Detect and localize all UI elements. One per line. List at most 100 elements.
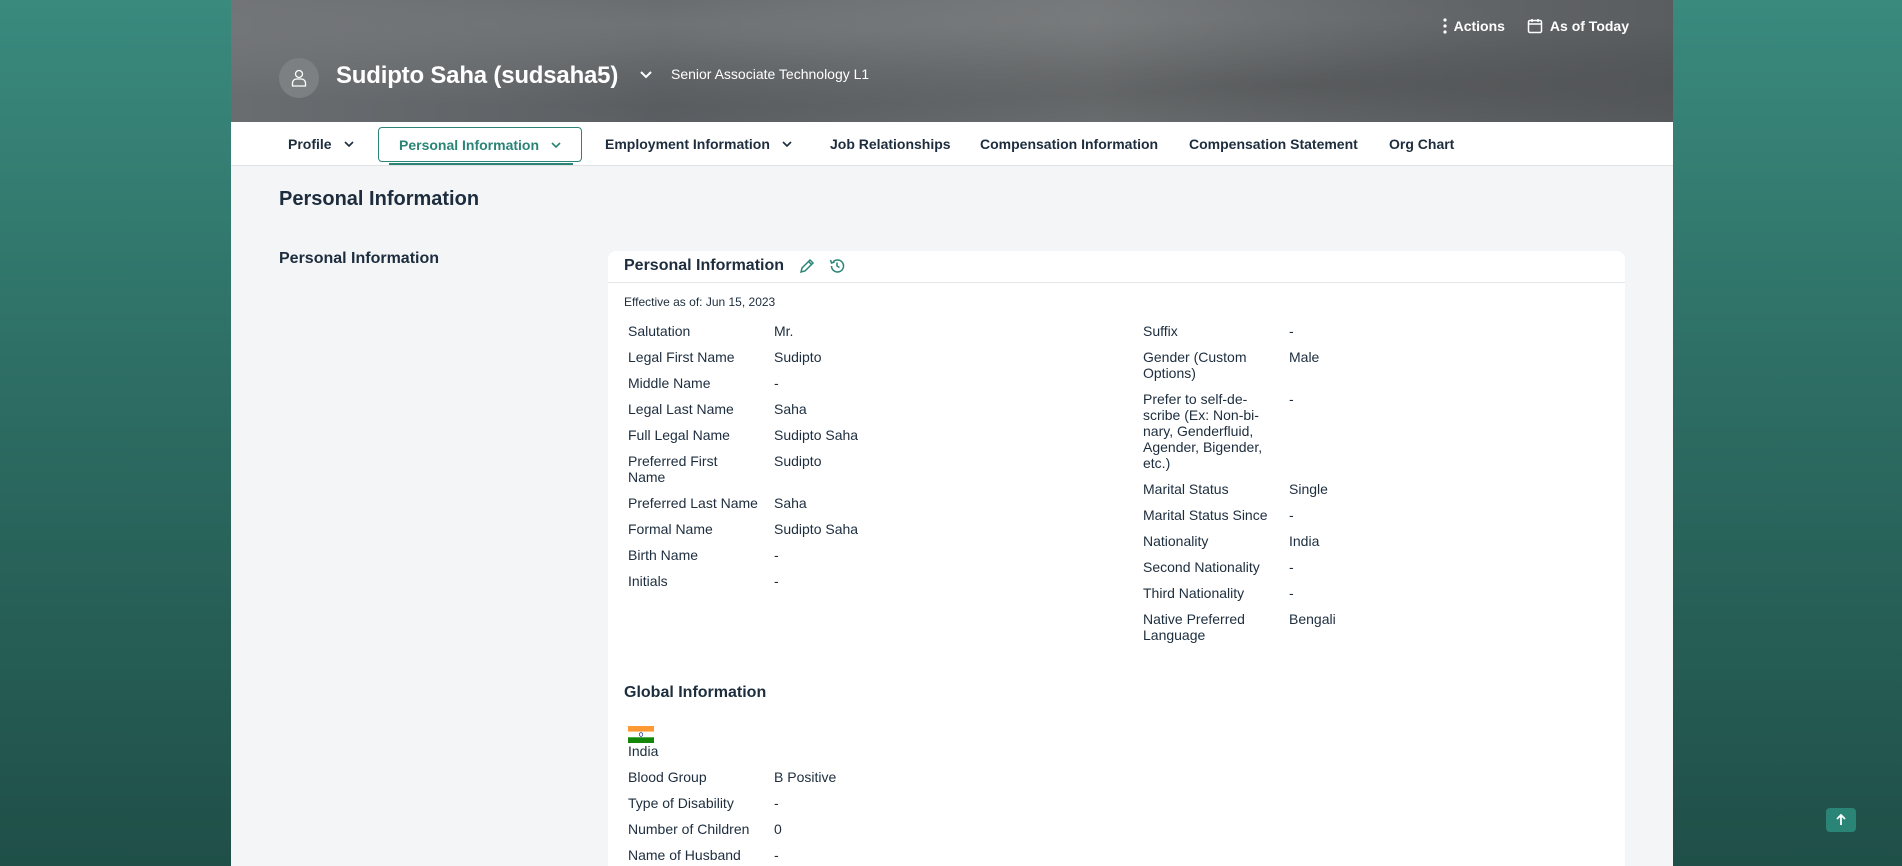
card-header: Personal Information	[608, 251, 1625, 283]
active-tab-indicator	[389, 163, 574, 165]
field-row: Blood Group B Positive	[628, 766, 1074, 792]
field-value: Saha	[774, 495, 807, 511]
field-label: Name of Husband	[628, 847, 741, 863]
more-vertical-icon	[1442, 18, 1447, 34]
left-field-list: Salutation Mr. Legal First Name Sudipto Mi…	[628, 320, 1074, 596]
field-value: -	[774, 547, 779, 563]
field-value: India	[1289, 533, 1320, 549]
field-row: Nationality India	[1143, 530, 1589, 556]
field-row: Preferred First Name Sudipto	[628, 450, 1074, 492]
field-row: Preferred Last Name Saha	[628, 492, 1074, 518]
tab-label: Compensation Information	[980, 136, 1159, 152]
as-of-label: As of Today	[1549, 18, 1629, 34]
field-row: Legal Last Name Saha	[628, 398, 1074, 424]
field-row: Second Nationality -	[1143, 556, 1589, 582]
field-row: Initials -	[628, 570, 1074, 596]
field-label: Gender (Custom Options)	[1143, 349, 1247, 381]
right-field-list: Suffix - Gender (Custom Options) Male Pref…	[1143, 320, 1589, 650]
section-tabs: Profile Personal Information Employment …	[231, 122, 1673, 166]
tab-label: Org Chart	[1389, 136, 1455, 152]
field-value: -	[774, 795, 779, 811]
field-label: Type of Disability	[628, 795, 734, 811]
field-value: Bengali	[1289, 611, 1336, 627]
chevron-down-icon[interactable]	[782, 139, 792, 149]
actions-label: Actions	[1453, 18, 1505, 34]
employee-name: Sudipto Saha (sudsaha5)	[336, 62, 619, 89]
tab-org-chart[interactable]: Org Chart	[1389, 122, 1454, 166]
field-row: Type of Disability -	[628, 792, 1074, 818]
tab-profile[interactable]: Profile	[288, 122, 354, 166]
chevron-down-icon[interactable]	[344, 139, 354, 149]
field-label: Marital Status Since	[1143, 507, 1268, 523]
country-label: India	[628, 743, 659, 759]
job-title: Senior Associate Technology L1	[671, 66, 870, 82]
chevron-down-icon[interactable]	[551, 140, 561, 150]
field-label: Legal First Name	[628, 349, 735, 365]
chevron-down-icon[interactable]	[639, 68, 653, 82]
arrow-up-icon	[1836, 813, 1846, 825]
field-label: Formal Name	[628, 521, 713, 537]
field-value: -	[774, 375, 779, 391]
field-value: Single	[1289, 481, 1328, 497]
field-value: -	[1289, 323, 1294, 339]
tab-label: Profile	[288, 136, 332, 152]
pencil-icon[interactable]	[798, 257, 816, 275]
field-row: Legal First Name Sudipto	[628, 346, 1074, 372]
field-label: Native Preferred Language	[1143, 611, 1245, 643]
tab-personal-information[interactable]: Personal Information	[378, 127, 583, 165]
scroll-to-top-button[interactable]	[1826, 808, 1856, 832]
personal-information-card: Personal Information Effective as of: Ju…	[608, 251, 1625, 866]
field-row: Middle Name -	[628, 372, 1074, 398]
tab-compensation-information[interactable]: Compensation Information	[980, 122, 1158, 166]
effective-date: Effective as of: Jun 15, 2023	[624, 295, 776, 309]
field-row: Marital Status Single	[1143, 478, 1589, 504]
field-label: Prefer to self-de-scribe (Ex: Non-bi-nar…	[1143, 391, 1263, 471]
field-label: Birth Name	[628, 547, 699, 563]
field-label: Suffix	[1143, 323, 1178, 339]
field-row: Full Legal Name Sudipto Saha	[628, 424, 1074, 450]
field-row: Gender (Custom Options) Male	[1143, 346, 1589, 388]
tab-label: Personal Information	[399, 136, 540, 153]
field-row: Salutation Mr.	[628, 320, 1074, 346]
field-label: Preferred Last Name	[628, 495, 758, 511]
field-value: Sudipto Saha	[774, 521, 859, 537]
tab-employment-information[interactable]: Employment Information	[605, 122, 792, 166]
header-actions: Actions As of Today	[1442, 18, 1629, 34]
tab-label: Job Relationships	[830, 136, 951, 152]
tab-compensation-statement[interactable]: Compensation Statement	[1189, 122, 1358, 166]
global-information-title: Global Information	[624, 684, 767, 701]
field-value: -	[774, 573, 779, 589]
field-value: Sudipto	[774, 453, 822, 469]
field-label: Blood Group	[628, 769, 707, 785]
calendar-icon	[1527, 19, 1543, 34]
field-label: Salutation	[628, 323, 691, 339]
field-row: Native Preferred Language Bengali	[1143, 608, 1589, 650]
side-nav-personal-information[interactable]: Personal Information	[279, 250, 439, 268]
field-row: Number of Children 0	[628, 818, 1074, 844]
field-value: -	[1289, 585, 1294, 601]
field-value: Mr.	[774, 323, 794, 339]
field-row: Formal Name Sudipto Saha	[628, 518, 1074, 544]
field-value: -	[1289, 559, 1294, 575]
field-value: -	[774, 847, 779, 863]
field-row: Birth Name -	[628, 544, 1074, 570]
actions-button[interactable]: Actions	[1442, 18, 1505, 34]
field-value: Saha	[774, 401, 807, 417]
field-value: Male	[1289, 349, 1320, 365]
tab-job-relationships[interactable]: Job Relationships	[830, 122, 951, 166]
tab-label: Employment Information	[605, 136, 770, 152]
field-value: -	[1289, 391, 1294, 407]
card-title: Personal Information	[624, 257, 785, 274]
history-icon[interactable]	[828, 257, 846, 275]
avatar[interactable]	[279, 58, 319, 98]
global-field-list: Blood Group B Positive Type of Disability…	[628, 766, 1074, 866]
field-value: Sudipto Saha	[774, 427, 859, 443]
field-row: Prefer to self-de-scribe (Ex: Non-bi-nar…	[1143, 388, 1589, 478]
as-of-today-button[interactable]: As of Today	[1527, 18, 1629, 34]
person-icon	[291, 69, 307, 87]
field-label: Marital Status	[1143, 481, 1229, 497]
field-value: Sudipto	[774, 349, 822, 365]
field-label: Initials	[628, 573, 668, 589]
field-label: Number of Children	[628, 821, 750, 837]
field-label: Nationality	[1143, 533, 1209, 549]
